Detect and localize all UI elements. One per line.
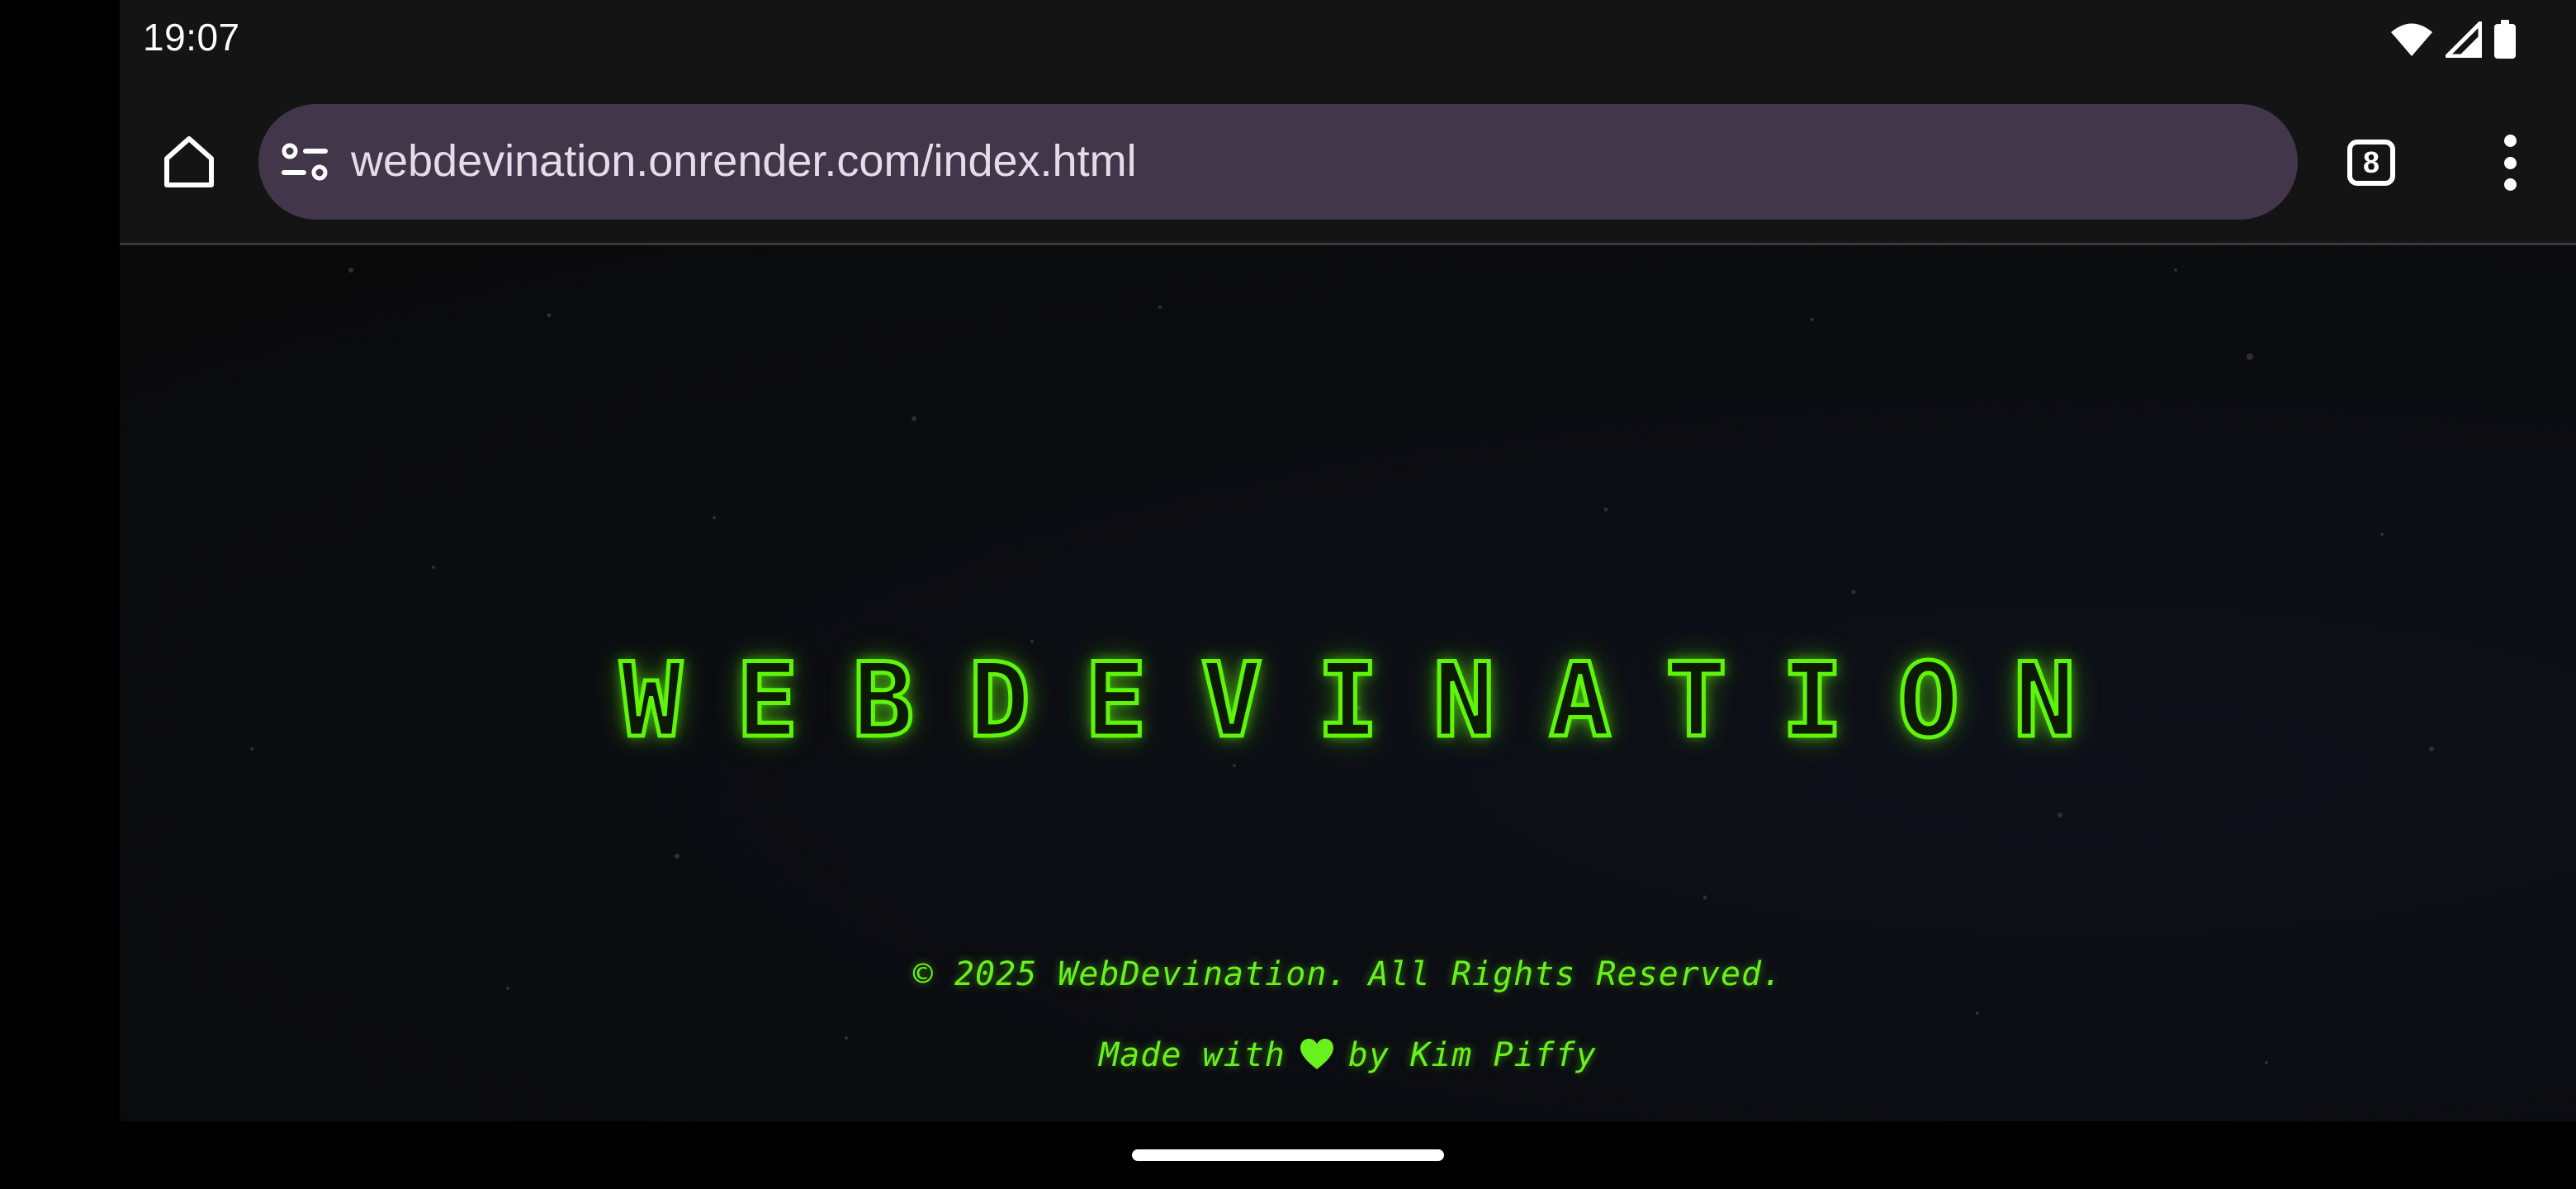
battery-icon xyxy=(2493,19,2517,64)
tab-switcher-icon: 8 xyxy=(2347,140,2395,186)
browser-toolbar: webdevination.onrender.com/index.html 8 xyxy=(120,83,2576,245)
tab-count: 8 xyxy=(2362,145,2380,179)
cell-signal-icon xyxy=(2445,21,2483,62)
status-time: 19:07 xyxy=(143,16,240,59)
footer-credit: Made with by Kim Piffy xyxy=(120,1036,2576,1079)
gesture-handle[interactable] xyxy=(1132,1149,1444,1161)
wifi-icon xyxy=(2389,21,2434,62)
web-page: WEBDEVINATION © 2025 WebDevination. All … xyxy=(120,245,2576,1121)
credit-suffix: by Kim Piffy xyxy=(1347,1036,1597,1074)
status-icons xyxy=(2389,17,2517,66)
tab-switcher-button[interactable]: 8 xyxy=(2341,132,2402,193)
status-bar: 19:07 xyxy=(120,0,2576,83)
site-settings-icon[interactable] xyxy=(282,142,328,183)
system-navigation-bar xyxy=(0,1121,2576,1189)
credit-prefix: Made with xyxy=(1099,1036,1286,1074)
left-bezel xyxy=(0,0,120,1189)
url-text[interactable]: webdevination.onrender.com/index.html xyxy=(351,135,1137,187)
footer-copyright: © 2025 WebDevination. All Rights Reserve… xyxy=(912,955,1783,993)
heart-icon xyxy=(1299,1038,1335,1079)
url-bar[interactable]: webdevination.onrender.com/index.html xyxy=(258,104,2298,220)
device-screen: 19:07 webdevination.onrender.com/index.h… xyxy=(120,0,2576,1121)
site-logo: WEBDEVINATION xyxy=(618,640,2130,763)
more-vert-icon[interactable] xyxy=(2489,128,2531,197)
home-icon xyxy=(164,136,214,187)
home-button[interactable] xyxy=(156,128,222,194)
